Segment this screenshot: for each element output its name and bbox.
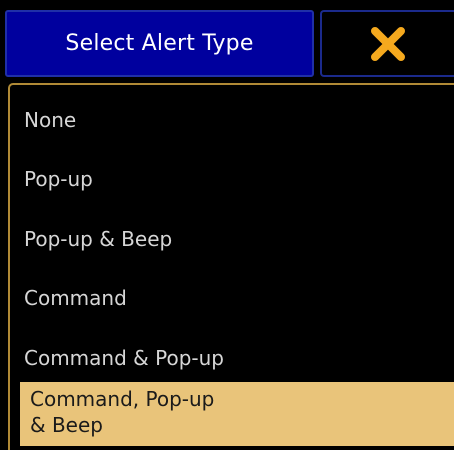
dialog-title-text: Select Alert Type xyxy=(65,31,254,56)
option-label: Command xyxy=(24,286,127,310)
option-label: Pop-up & Beep xyxy=(24,227,173,251)
alert-type-list: None Pop-up Pop-up & Beep Command Comman… xyxy=(8,83,454,450)
option-label: Command & Pop-up xyxy=(24,346,224,370)
option-label-line1: Command, Pop-up xyxy=(30,387,215,411)
option-label-line2: & Beep xyxy=(30,413,103,437)
option-label: None xyxy=(24,108,77,132)
close-button[interactable] xyxy=(320,10,454,77)
option-none[interactable]: None xyxy=(24,107,76,133)
close-x-icon xyxy=(371,26,405,61)
option-popup-beep[interactable]: Pop-up & Beep xyxy=(24,226,172,252)
dialog-header: Select Alert Type xyxy=(0,0,454,80)
option-command[interactable]: Command xyxy=(24,285,127,311)
option-popup[interactable]: Pop-up xyxy=(24,166,93,192)
option-command-popup-beep[interactable]: Command, Pop-up & Beep xyxy=(20,382,454,446)
option-label: Pop-up xyxy=(24,167,93,191)
option-command-popup[interactable]: Command & Pop-up xyxy=(24,345,224,371)
dialog-title: Select Alert Type xyxy=(5,10,314,77)
